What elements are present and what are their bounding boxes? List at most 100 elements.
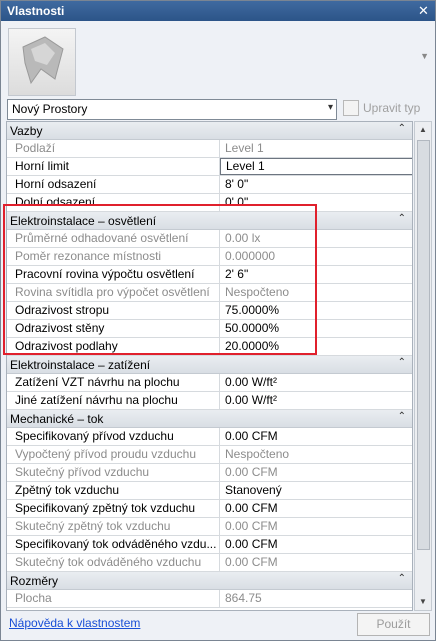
property-name: Skutečný přívod vzduchu	[7, 464, 220, 481]
property-value: Level 1	[225, 141, 264, 155]
property-value[interactable]: Level 1	[220, 158, 412, 175]
property-value[interactable]: 8' 0"	[220, 176, 412, 193]
property-name: Vypočtený přívod proudu vzduchu	[7, 446, 220, 463]
property-row: Odrazivost podlahy 20.0000%	[7, 338, 412, 356]
property-name: Pracovní rovina výpočtu osvětlení	[7, 266, 220, 283]
property-name: Jiné zatížení návrhu na plochu	[7, 392, 220, 409]
property-row: Průměrné odhadované osvětlení 0.00 lx	[7, 230, 412, 248]
property-value[interactable]: 50.0000%	[220, 320, 412, 337]
property-row: Vypočtený přívod proudu vzduchu Nespočten…	[7, 446, 412, 464]
property-name: Podlaží	[7, 140, 220, 157]
properties-palette: Vlastnosti ✕ ▼ Nový Prostory ▾ Upravit t…	[0, 0, 436, 641]
property-row: Zpětný tok vzduchu Stanovený	[7, 482, 412, 500]
close-icon[interactable]: ✕	[416, 3, 431, 18]
property-value: 0.000000	[225, 249, 276, 263]
property-name: Rovina svítidla pro výpočet osvětlení	[7, 284, 220, 301]
category-header[interactable]: Vazby ⌃	[7, 122, 412, 140]
property-name: Průměrné odhadované osvětlení	[7, 230, 220, 247]
property-value[interactable]: 0.00 CFM	[220, 500, 412, 517]
type-preview-image	[8, 28, 76, 96]
property-value[interactable]: 0' 0"	[220, 194, 412, 211]
category-header[interactable]: Elektroinstalace – osvětlení ⌃	[7, 212, 412, 230]
collapse-icon[interactable]: ⌃	[398, 357, 406, 368]
chevron-down-icon: ▾	[327, 102, 333, 113]
category-header[interactable]: Mechanické – tok ⌃	[7, 410, 412, 428]
property-name: Specifikovaný tok odváděného vzdu...	[7, 536, 220, 553]
property-name: Skutečný tok odváděného vzduchu	[7, 554, 220, 571]
collapse-icon[interactable]: ⌃	[398, 411, 406, 422]
collapse-icon[interactable]: ⌃	[398, 123, 406, 134]
title-bar[interactable]: Vlastnosti ✕	[1, 1, 435, 21]
property-row: Rovina svítidla pro výpočet osvětlení Nes…	[7, 284, 412, 302]
vertical-scrollbar[interactable]: ▲ ▼	[414, 121, 432, 611]
property-value[interactable]: 20.0000%	[220, 338, 412, 355]
scrollbar-thumb[interactable]	[417, 140, 430, 550]
room-type-icon	[22, 36, 64, 85]
property-value[interactable]: 0.00 W/ft²	[220, 392, 412, 409]
property-name: Skutečný zpětný tok vzduchu	[7, 518, 220, 535]
property-row: Odrazivost stropu 75.0000%	[7, 302, 412, 320]
property-row: Zatížení VZT návrhu na plochu 0.00 W/ft²	[7, 374, 412, 392]
category-title: Vazby	[10, 124, 43, 138]
property-name: Specifikovaný přívod vzduchu	[7, 428, 220, 445]
property-value: 0.00 CFM	[225, 519, 278, 533]
property-value[interactable]: 0.00 CFM	[220, 536, 412, 553]
category-title: Mechanické – tok	[10, 412, 104, 426]
property-value: Nespočteno	[225, 447, 290, 461]
category-title: Rozměry	[10, 574, 59, 588]
property-row: Poměr rezonance místnosti 0.000000	[7, 248, 412, 266]
type-selector-dropdown[interactable]: Nový Prostory ▾	[7, 99, 337, 120]
property-value[interactable]: 0.00 CFM	[220, 428, 412, 445]
property-name: Odrazivost stěny	[7, 320, 220, 337]
scroll-up-icon[interactable]: ▲	[415, 122, 431, 138]
category-header[interactable]: Rozměry ⌃	[7, 572, 412, 590]
property-row: Jiné zatížení návrhu na plochu 0.00 W/ft²	[7, 392, 412, 410]
property-row: Dolní odsazení 0' 0"	[7, 194, 412, 212]
property-name: Odrazivost stropu	[7, 302, 220, 319]
property-row: Specifikovaný tok odváděného vzdu... 0.00…	[7, 536, 412, 554]
property-name: Dolní odsazení	[7, 194, 220, 211]
chevron-down-icon[interactable]: ▼	[420, 51, 429, 61]
window-title: Vlastnosti	[7, 4, 65, 18]
property-row: Specifikovaný zpětný tok vzduchu 0.00 CFM	[7, 500, 412, 518]
property-name: Poměr rezonance místnosti	[7, 248, 220, 265]
property-row: Podlaží Level 1	[7, 140, 412, 158]
property-row: Skutečný přívod vzduchu 0.00 CFM	[7, 464, 412, 482]
edit-type-label: Upravit typ	[363, 101, 421, 115]
edit-type-button[interactable]: Upravit typ	[343, 99, 433, 118]
edit-type-icon	[343, 100, 359, 116]
property-name: Plocha	[7, 590, 220, 607]
properties-grid: Vazby ⌃ Podlaží Level 1 Horní limit Level 1 Ho…	[6, 121, 413, 611]
property-name: Zatížení VZT návrhu na plochu	[7, 374, 220, 391]
property-value: 0.00 CFM	[225, 465, 278, 479]
apply-button[interactable]: Použít	[357, 613, 430, 636]
property-row: Horní limit Level 1	[7, 158, 412, 176]
property-value[interactable]: 75.0000%	[220, 302, 412, 319]
category-title: Elektroinstalace – osvětlení	[10, 214, 157, 228]
property-name: Zpětný tok vzduchu	[7, 482, 220, 499]
property-row: Specifikovaný přívod vzduchu 0.00 CFM	[7, 428, 412, 446]
property-row: Odrazivost stěny 50.0000%	[7, 320, 412, 338]
property-value[interactable]: 0.00 W/ft²	[220, 374, 412, 391]
help-link[interactable]: Nápověda k vlastnostem	[9, 616, 140, 630]
property-row: Skutečný tok odváděného vzduchu 0.00 CFM	[7, 554, 412, 572]
property-value: 0.00 CFM	[225, 555, 278, 569]
property-value[interactable]: Stanovený	[220, 482, 412, 499]
property-row: Pracovní rovina výpočtu osvětlení 2' 6"	[7, 266, 412, 284]
property-name: Horní odsazení	[7, 176, 220, 193]
scroll-down-icon[interactable]: ▼	[415, 594, 431, 610]
type-selector-value: Nový Prostory	[12, 102, 88, 116]
category-title: Elektroinstalace – zatížení	[10, 358, 151, 372]
collapse-icon[interactable]: ⌃	[398, 213, 406, 224]
property-row: Plocha 864.75	[7, 590, 412, 608]
property-value: Nespočteno	[225, 285, 290, 299]
collapse-icon[interactable]: ⌃	[398, 573, 406, 584]
property-value[interactable]: 2' 6"	[220, 266, 412, 283]
property-row: Horní odsazení 8' 0"	[7, 176, 412, 194]
property-name: Horní limit	[7, 158, 220, 175]
property-value: 0.00 lx	[225, 231, 261, 245]
property-row: Skutečný zpětný tok vzduchu 0.00 CFM	[7, 518, 412, 536]
property-name: Specifikovaný zpětný tok vzduchu	[7, 500, 220, 517]
category-header[interactable]: Elektroinstalace – zatížení ⌃	[7, 356, 412, 374]
property-name: Odrazivost podlahy	[7, 338, 220, 355]
